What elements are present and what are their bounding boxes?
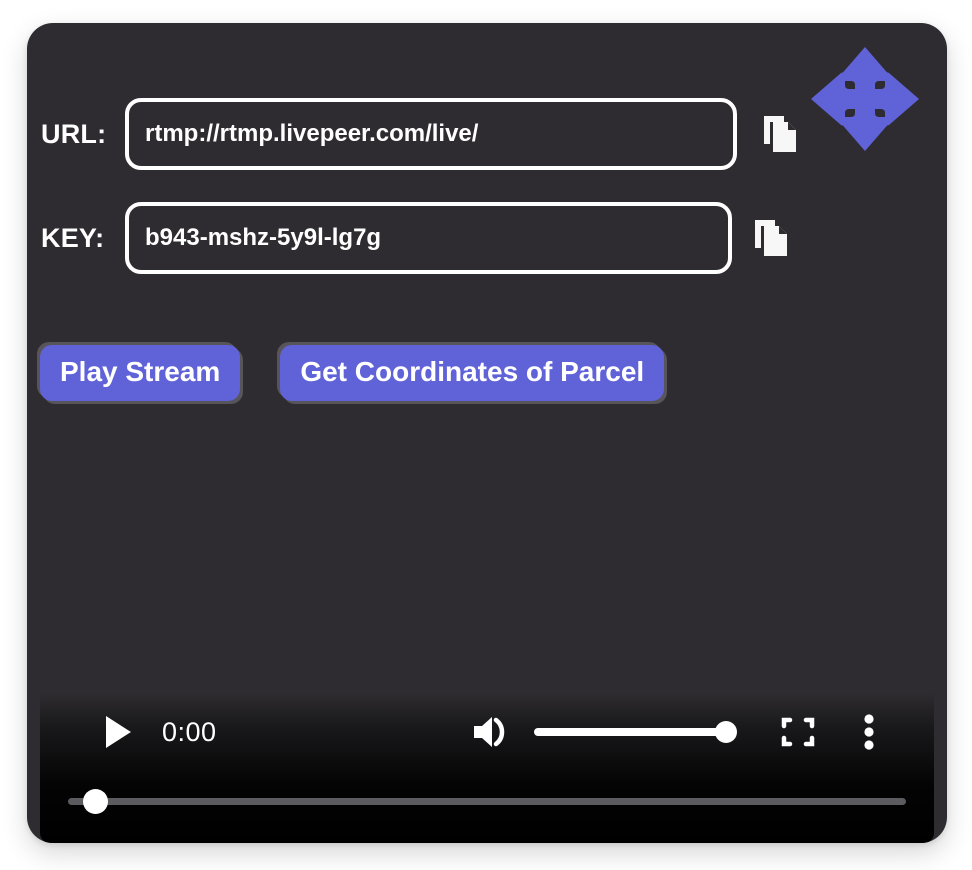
- video-controls-row: 0:00: [40, 699, 934, 765]
- stream-panel-card: URL: rtmp://rtmp.livepeer.com/live/ KEY:…: [27, 23, 947, 843]
- url-input[interactable]: rtmp://rtmp.livepeer.com/live/: [125, 98, 737, 170]
- copy-key-button[interactable]: [750, 215, 792, 261]
- more-vertical-icon: [864, 714, 874, 750]
- progress-track: [68, 798, 906, 805]
- playback-progress-bar[interactable]: [68, 789, 906, 814]
- copy-icon: [755, 220, 787, 256]
- play-stream-button[interactable]: Play Stream: [40, 345, 241, 402]
- url-label: URL:: [41, 118, 107, 149]
- copy-icon: [764, 116, 796, 152]
- play-icon: [106, 716, 131, 748]
- key-label: KEY:: [41, 222, 105, 253]
- fullscreen-icon: [781, 717, 815, 747]
- current-time-display: 0:00: [162, 716, 217, 747]
- mute-button[interactable]: [470, 712, 512, 752]
- action-button-group: Play Stream Get Coordinates of Parcel: [40, 345, 665, 402]
- key-input[interactable]: b943-mshz-5y9l-lg7g: [125, 202, 732, 274]
- copy-url-button[interactable]: [759, 111, 801, 157]
- volume-high-icon: [474, 717, 505, 747]
- volume-thumb[interactable]: [715, 721, 737, 743]
- more-options-button[interactable]: [856, 713, 882, 751]
- volume-track: [534, 728, 734, 736]
- url-field-row: URL: rtmp://rtmp.livepeer.com/live/: [27, 95, 947, 173]
- video-control-bar: 0:00: [40, 693, 934, 843]
- video-player[interactable]: 0:00: [40, 443, 934, 843]
- get-coordinates-of-parcel-button[interactable]: Get Coordinates of Parcel: [280, 345, 665, 402]
- play-button[interactable]: [98, 712, 138, 752]
- progress-thumb[interactable]: [83, 789, 108, 814]
- key-field-row: KEY: b943-mshz-5y9l-lg7g: [27, 199, 947, 277]
- volume-slider[interactable]: [534, 721, 737, 743]
- fullscreen-button[interactable]: [780, 714, 816, 750]
